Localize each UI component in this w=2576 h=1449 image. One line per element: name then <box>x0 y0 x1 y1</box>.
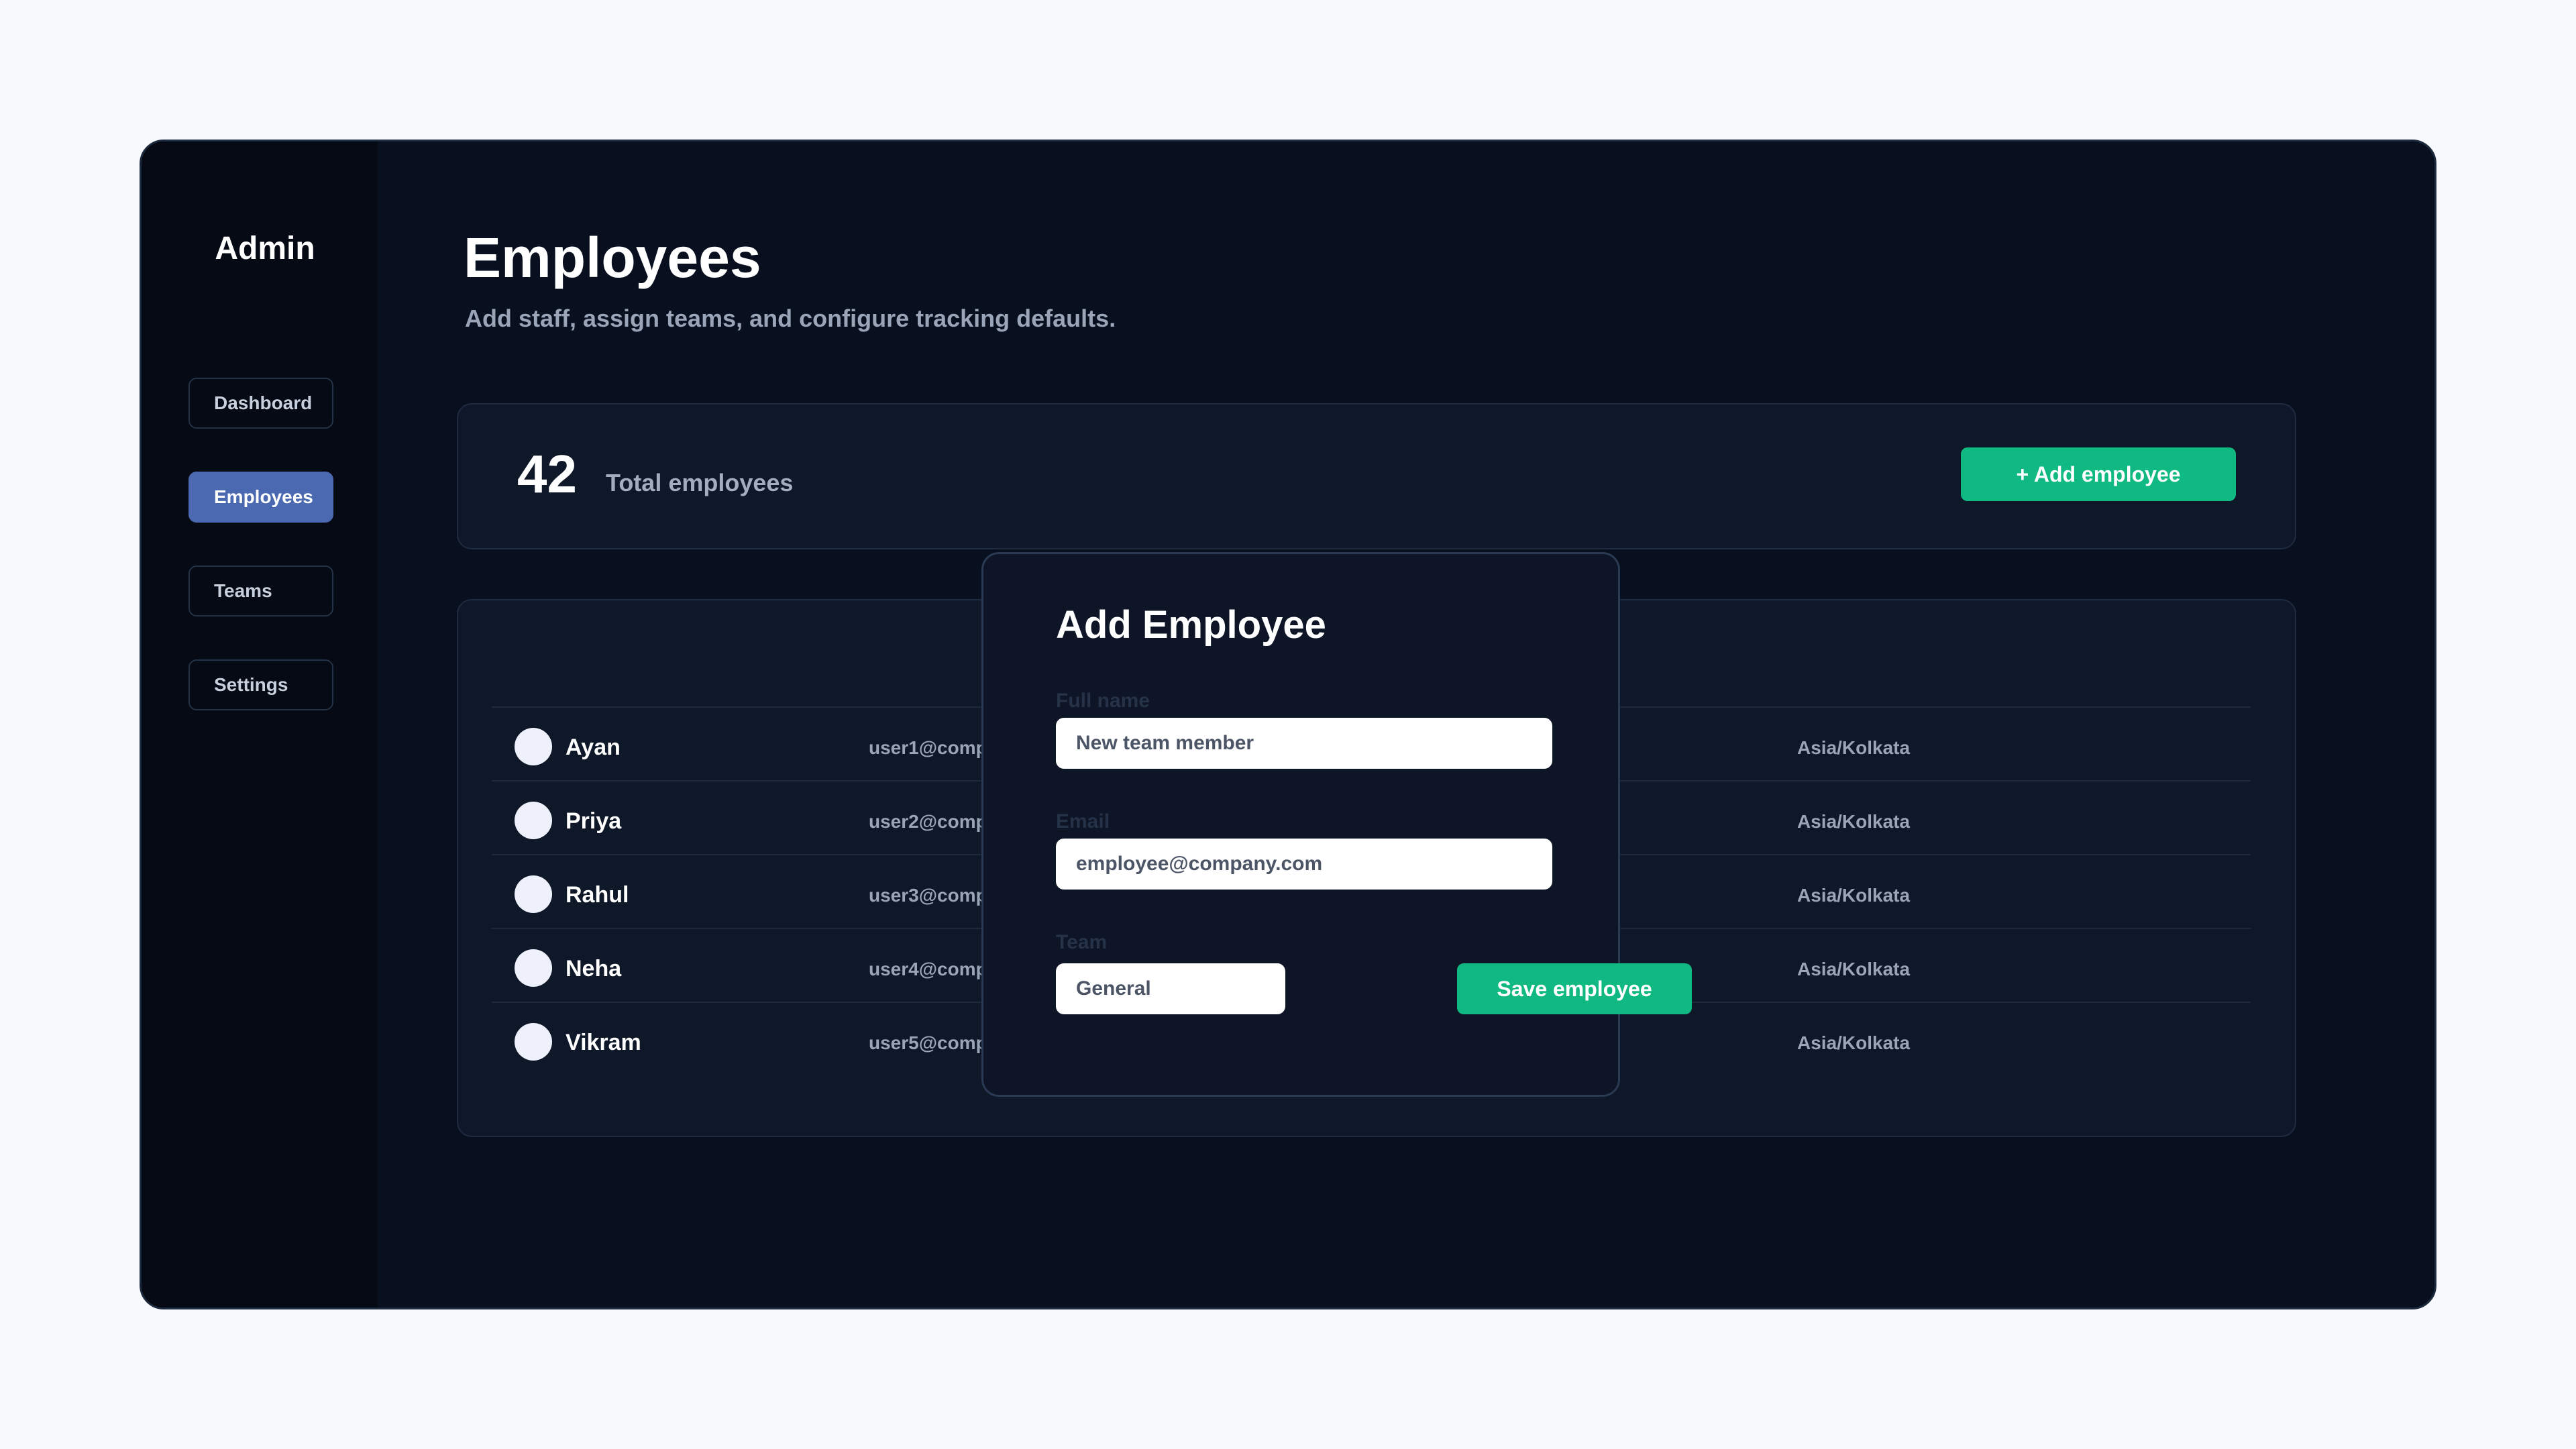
sidebar-item-teams[interactable]: Teams <box>189 566 333 616</box>
employee-email: user4@comp <box>869 959 987 979</box>
full-name-label: Full name <box>1056 690 1150 712</box>
employee-timezone: Asia/Kolkata <box>1797 811 1911 832</box>
employee-count: 42 <box>517 444 577 504</box>
avatar <box>515 875 552 913</box>
stats-card: 42 Total employees + Add employee <box>457 403 2296 549</box>
avatar <box>515 949 552 987</box>
employee-count-label: Total employees <box>606 469 794 496</box>
sidebar-item-employees[interactable]: Employees <box>189 472 333 523</box>
add-employee-modal: Add Employee Full name New team member E… <box>981 552 1692 1097</box>
full-name-input[interactable]: New team member <box>1056 718 1552 769</box>
team-input[interactable]: General <box>1056 963 1285 1014</box>
employee-email: user5@comp <box>869 1032 987 1053</box>
sidebar-item-settings[interactable]: Settings <box>189 659 333 710</box>
save-employee-button[interactable]: Save employee <box>1457 963 1692 1014</box>
employee-email: user1@comp <box>869 737 987 758</box>
employee-timezone: Asia/Kolkata <box>1797 885 1911 906</box>
employee-name: Vikram <box>566 1030 641 1055</box>
employee-timezone: Asia/Kolkata <box>1797 737 1911 758</box>
avatar <box>515 1023 552 1061</box>
employee-email: user3@comp <box>869 885 987 906</box>
app-window: Admin Dashboard Employees Teams Settings… <box>140 140 2436 1309</box>
sidebar-item-dashboard[interactable]: Dashboard <box>189 378 333 429</box>
sidebar: Admin Dashboard Employees Teams Settings <box>142 142 378 1307</box>
employee-name: Priya <box>566 808 622 834</box>
avatar <box>515 802 552 839</box>
brand-title: Admin <box>215 231 315 266</box>
add-employee-button[interactable]: + Add employee <box>1961 447 2236 501</box>
email-input[interactable]: employee@company.com <box>1056 839 1552 890</box>
page-subtitle: Add staff, assign teams, and configure t… <box>465 305 1116 332</box>
employee-name: Rahul <box>566 882 629 908</box>
email-label: Email <box>1056 810 1110 833</box>
modal-title: Add Employee <box>1056 603 1326 647</box>
employee-timezone: Asia/Kolkata <box>1797 959 1911 979</box>
avatar <box>515 728 552 765</box>
page-title: Employees <box>464 226 761 289</box>
employee-name: Neha <box>566 956 622 981</box>
employee-timezone: Asia/Kolkata <box>1797 1032 1911 1053</box>
team-label: Team <box>1056 931 1108 953</box>
employee-name: Ayan <box>566 735 621 760</box>
employee-email: user2@comp <box>869 811 987 832</box>
